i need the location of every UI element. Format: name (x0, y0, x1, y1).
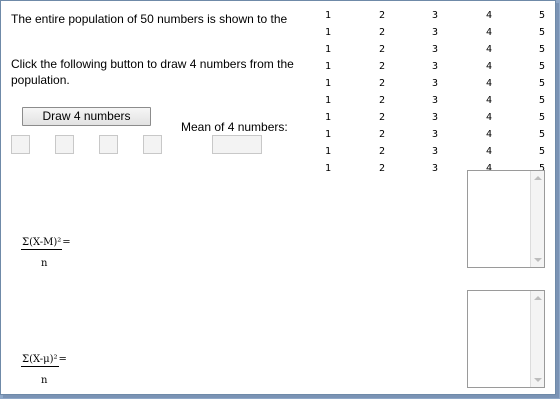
population-cell: 5 (538, 129, 546, 140)
sample-box-2 (55, 135, 74, 154)
population-row: 1 2 3 4 5 (313, 109, 555, 126)
formula-sample-variance: Σ(X-M)²= n (21, 237, 71, 269)
population-cell: 4 (485, 129, 493, 140)
population-cell: 4 (485, 112, 493, 123)
applet-frame: The entire population of 50 numbers is s… (0, 0, 556, 395)
intro-text-1: The entire population of 50 numbers is s… (11, 12, 288, 26)
population-cell: 2 (378, 95, 386, 106)
population-grid: 1 2 3 4 5 1 2 3 4 5 1 2 3 4 5 1 2 3 4 5 1 2 3 4 5 1 2 3 4 5 1 2 3 4 5 1 2 3 4 5… (313, 7, 555, 177)
population-cell: 3 (431, 95, 439, 106)
population-cell: 2 (378, 10, 386, 21)
scrollbar[interactable] (530, 291, 544, 387)
population-cell: 2 (378, 27, 386, 38)
textarea-result-1[interactable] (467, 170, 545, 268)
population-cell: 2 (378, 61, 386, 72)
population-cell: 3 (431, 163, 439, 174)
population-cell: 3 (431, 78, 439, 89)
population-row: 1 2 3 4 5 (313, 58, 555, 75)
scroll-down-icon[interactable] (534, 378, 542, 382)
population-row: 1 2 3 4 5 (313, 7, 555, 24)
formula-population-variance: Σ(X-μ)²= n (21, 354, 67, 386)
sample-box-4 (143, 135, 162, 154)
population-cell: 2 (378, 78, 386, 89)
population-cell: 5 (538, 78, 546, 89)
intro-text-3: population. (11, 73, 70, 87)
population-cell: 4 (485, 95, 493, 106)
population-cell: 3 (431, 44, 439, 55)
population-cell: 1 (324, 78, 332, 89)
population-cell: 5 (538, 61, 546, 72)
population-cell: 4 (485, 10, 493, 21)
population-cell: 3 (431, 27, 439, 38)
intro-text-2: Click the following button to draw 4 num… (11, 57, 294, 71)
population-cell: 5 (538, 27, 546, 38)
population-cell: 5 (538, 10, 546, 21)
population-cell: 3 (431, 129, 439, 140)
population-row: 1 2 3 4 5 (313, 92, 555, 109)
mean-output-box (212, 135, 262, 154)
mean-label: Mean of 4 numbers: (181, 120, 288, 134)
population-cell: 4 (485, 61, 493, 72)
population-row: 1 2 3 4 5 (313, 75, 555, 92)
population-row: 1 2 3 4 5 (313, 143, 555, 160)
population-cell: 1 (324, 44, 332, 55)
population-row: 1 2 3 4 5 (313, 24, 555, 41)
formula2-numerator: Σ(X-μ)² (21, 354, 59, 367)
population-cell: 3 (431, 10, 439, 21)
population-cell: 1 (324, 95, 332, 106)
population-cell: 5 (538, 95, 546, 106)
sample-box-3 (99, 135, 118, 154)
population-cell: 5 (538, 146, 546, 157)
population-cell: 3 (431, 146, 439, 157)
population-cell: 2 (378, 146, 386, 157)
population-cell: 2 (378, 44, 386, 55)
formula2-denominator: n (41, 375, 48, 386)
scroll-up-icon[interactable] (534, 296, 542, 300)
textarea-result-2[interactable] (467, 290, 545, 388)
formula2-equals: = (58, 354, 67, 365)
population-cell: 1 (324, 61, 332, 72)
sample-box-1 (11, 135, 30, 154)
population-row: 1 2 3 4 5 (313, 126, 555, 143)
population-cell: 4 (485, 44, 493, 55)
population-cell: 5 (538, 112, 546, 123)
population-cell: 5 (538, 44, 546, 55)
formula1-denominator: n (41, 258, 48, 269)
population-row: 1 2 3 4 5 (313, 41, 555, 58)
population-cell: 2 (378, 112, 386, 123)
population-cell: 1 (324, 112, 332, 123)
population-cell: 4 (485, 146, 493, 157)
population-cell: 1 (324, 10, 332, 21)
population-cell: 4 (485, 78, 493, 89)
population-cell: 2 (378, 129, 386, 140)
draw-numbers-button[interactable]: Draw 4 numbers (22, 107, 151, 126)
scroll-down-icon[interactable] (534, 258, 542, 262)
population-cell: 1 (324, 163, 332, 174)
scroll-up-icon[interactable] (534, 176, 542, 180)
formula1-equals: = (62, 237, 71, 248)
population-cell: 2 (378, 163, 386, 174)
population-cell: 1 (324, 146, 332, 157)
population-cell: 4 (485, 27, 493, 38)
population-cell: 1 (324, 129, 332, 140)
scrollbar[interactable] (530, 171, 544, 267)
population-cell: 3 (431, 61, 439, 72)
formula1-numerator: Σ(X-M)² (21, 237, 63, 250)
population-cell: 1 (324, 27, 332, 38)
population-cell: 3 (431, 112, 439, 123)
